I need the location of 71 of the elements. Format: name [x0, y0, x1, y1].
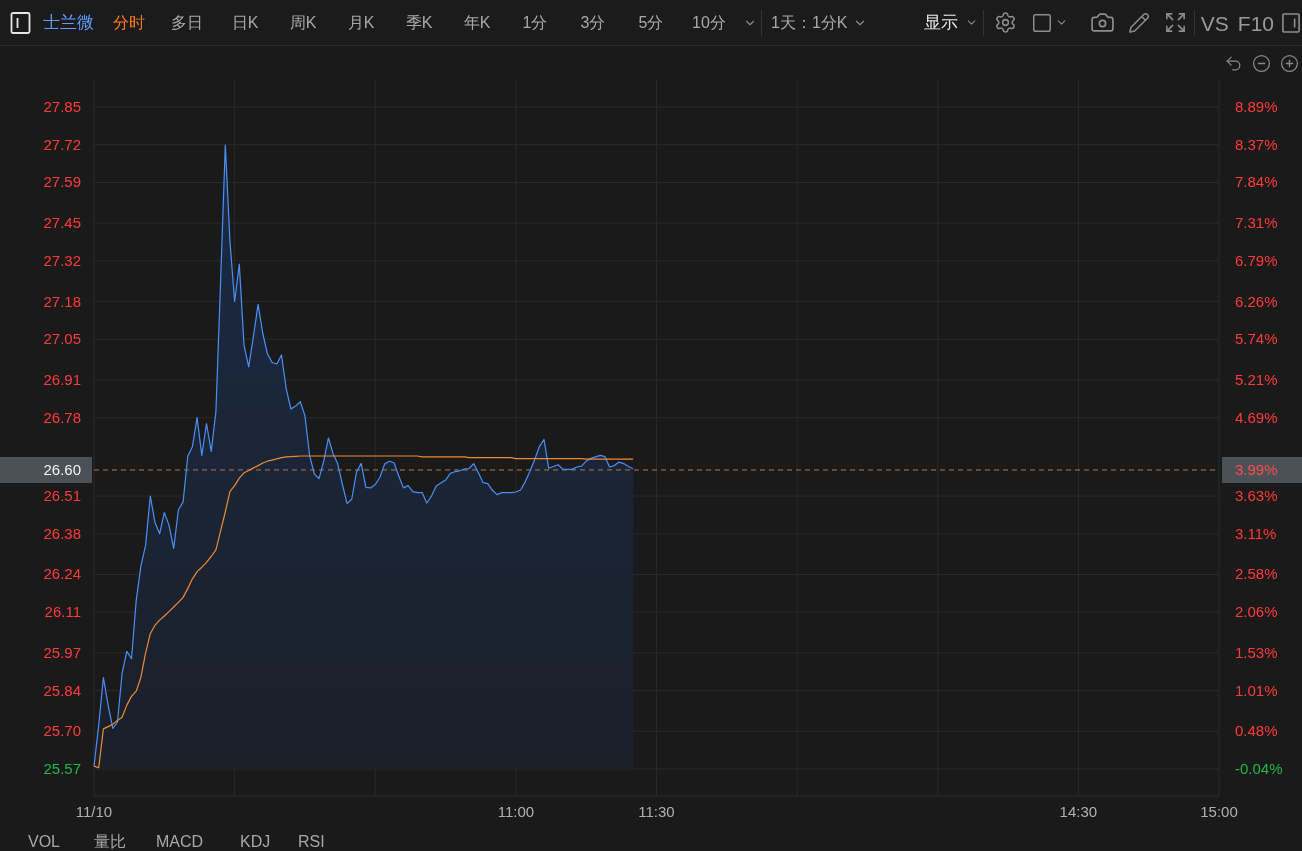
percent-axis-label: 3.63% — [1235, 487, 1278, 506]
time-axis-label: 14:30 — [1059, 803, 1098, 821]
price-axis-label: 25.70 — [42, 722, 81, 741]
panel-toggle-icon[interactable] — [10, 11, 31, 34]
percent-axis-label: 6.79% — [1235, 251, 1278, 270]
price-axis-label: 27.32 — [42, 251, 81, 270]
f10-button[interactable]: F10 — [1237, 7, 1274, 38]
percent-axis-label: 5.21% — [1235, 370, 1278, 389]
period-tab[interactable]: 分时 — [100, 7, 158, 38]
time-axis-label: 11:00 — [497, 803, 535, 821]
percent-axis-label: 4.69% — [1235, 408, 1278, 427]
zoom-in-icon[interactable] — [1280, 53, 1299, 73]
percent-axis-label: 0.48% — [1235, 722, 1278, 741]
percent-axis-label: 6.26% — [1235, 292, 1278, 311]
price-axis-label: 27.18 — [42, 292, 81, 311]
indicator-tab[interactable]: RSI — [298, 833, 356, 851]
period-tab[interactable]: 多日 — [158, 7, 216, 38]
price-axis-label: 26.38 — [42, 524, 81, 543]
time-axis-label: 11:30 — [638, 803, 675, 821]
indicator-tab[interactable]: KDJ — [240, 833, 298, 851]
range-dropdown[interactable]: 1天：1分K — [771, 7, 868, 38]
period-tab[interactable]: 周K — [274, 7, 332, 38]
percent-axis-label: -0.04% — [1235, 760, 1283, 778]
side-panel-icon[interactable] — [1282, 11, 1300, 34]
percent-axis-label: 1.53% — [1235, 643, 1278, 662]
percent-axis-label: 5.74% — [1235, 330, 1278, 349]
price-axis-label: 25.97 — [42, 643, 81, 662]
percent-axis-label: 3.11% — [1235, 524, 1277, 543]
settings-icon[interactable] — [993, 11, 1017, 34]
period-tab[interactable]: 年K — [448, 7, 506, 38]
period-tab[interactable]: 日K — [216, 7, 274, 38]
period-tab[interactable]: 5分 — [622, 7, 680, 38]
period-tab[interactable]: 月K — [332, 7, 390, 38]
price-axis-label: 26.24 — [42, 565, 81, 584]
indicator-tab[interactable]: VOL — [28, 833, 94, 851]
percent-axis-label: 8.37% — [1235, 135, 1278, 154]
price-axis-label: 25.57 — [42, 760, 81, 778]
pencil-icon[interactable] — [1127, 11, 1150, 34]
zoom-out-icon[interactable] — [1252, 53, 1271, 73]
indicator-tab[interactable]: 量比 — [94, 833, 156, 851]
percent-axis-label: 2.06% — [1235, 603, 1278, 622]
square-icon — [1030, 11, 1053, 34]
price-axis-label: 26.51 — [42, 487, 81, 506]
time-axis-label: 15:00 — [1200, 803, 1238, 821]
stock-name[interactable]: 士兰微 — [43, 9, 94, 36]
price-axis-label: 27.85 — [42, 98, 81, 116]
percent-axis-label: 7.84% — [1235, 173, 1278, 192]
price-axis-label: 26.78 — [42, 408, 81, 427]
percent-axis-label: 8.89% — [1235, 98, 1278, 116]
price-axis-label: 27.45 — [42, 214, 81, 233]
price-axis-label: 27.72 — [42, 135, 81, 154]
compare-button[interactable]: VS — [1200, 7, 1229, 38]
price-axis-label: 26.91 — [42, 370, 81, 389]
percent-axis-label: 7.31% — [1235, 214, 1278, 233]
price-axis-label: 25.84 — [42, 681, 81, 700]
period-tab[interactable]: 季K — [390, 7, 448, 38]
period-tab[interactable]: 10分 — [680, 7, 738, 38]
price-axis-label: 27.05 — [42, 330, 81, 349]
price-axis-label: 27.59 — [42, 173, 81, 192]
indicator-tab[interactable]: MACD — [156, 833, 240, 851]
current-price-label: 26.60 — [0, 456, 92, 483]
price-axis-label: 26.11 — [43, 603, 81, 622]
percent-axis-label: 1.01% — [1235, 681, 1278, 700]
fullscreen-icon[interactable] — [1163, 11, 1187, 34]
current-change-label: 3.99% — [1222, 456, 1302, 483]
time-axis-label: 11/10 — [75, 803, 113, 821]
period-tab[interactable]: 3分 — [564, 7, 622, 38]
display-dropdown[interactable]: 显示 — [923, 7, 978, 38]
period-tab[interactable]: 1分 — [506, 7, 564, 38]
camera-icon[interactable] — [1089, 10, 1115, 35]
percent-axis-label: 2.58% — [1235, 565, 1278, 584]
